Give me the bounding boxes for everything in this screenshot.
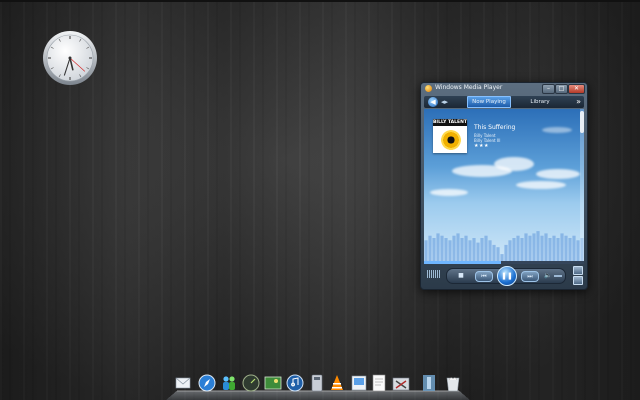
visualizer-bar <box>488 240 492 261</box>
dock <box>166 372 470 400</box>
visualizer-bar <box>512 238 516 261</box>
visualizer-bar <box>432 238 436 261</box>
back-button[interactable]: ◀ <box>428 97 438 107</box>
visualizer-bar <box>556 238 560 261</box>
downloads-folder-icon[interactable] <box>420 374 438 392</box>
visualizer-bar <box>540 235 544 261</box>
wmp-app-icon <box>425 85 432 92</box>
visualizer-bar <box>452 235 456 261</box>
visualizer <box>424 231 584 261</box>
dock-shelf <box>166 390 470 400</box>
trash-icon[interactable] <box>444 374 462 392</box>
visualizer-bar <box>564 235 568 261</box>
safari-icon[interactable] <box>198 374 216 392</box>
previous-button[interactable]: ⏮ <box>475 271 493 282</box>
switch-to-library-icon[interactable] <box>427 270 441 278</box>
textedit-icon[interactable] <box>370 374 388 392</box>
play-pause-button[interactable]: ❚❚ <box>497 266 517 286</box>
compact-mode-button[interactable] <box>573 276 583 285</box>
visualizer-bar <box>480 238 484 261</box>
visualizer-bar <box>552 235 556 261</box>
visualizer-bar <box>436 233 440 261</box>
visualizer-bar <box>528 235 532 261</box>
tab-now-playing[interactable]: Now Playing <box>467 96 511 108</box>
visualizer-bar <box>468 240 472 261</box>
view-scroll-thumb[interactable] <box>580 111 584 133</box>
visualizer-bar <box>520 238 524 261</box>
visualizer-bar <box>560 233 564 261</box>
wmp-titlebar[interactable]: Windows Media Player – □ ✕ <box>421 83 587 95</box>
visualizer-bar <box>456 233 460 261</box>
utilities-icon[interactable] <box>392 374 410 392</box>
visualizer-bar <box>492 244 496 261</box>
fullscreen-button[interactable] <box>573 266 583 275</box>
forward-arrow-icon[interactable]: ◂▸ <box>441 97 448 107</box>
rating-stars[interactable]: ★★★ <box>474 143 489 149</box>
playback-controls: ■ ⏮ ❚❚ ⏭ 🔈 <box>424 264 584 286</box>
transport-pill: ■ ⏮ ❚❚ ⏭ 🔈 <box>446 266 566 286</box>
visualizer-bar <box>516 235 520 261</box>
visualizer-bar <box>424 240 428 261</box>
now-playing-view: BILLY TALENT II This Suffering Billy Tal… <box>424 109 584 261</box>
more-tabs-button[interactable]: » <box>576 96 581 107</box>
photos-icon[interactable] <box>264 374 282 392</box>
visualizer-bar <box>508 240 512 261</box>
visualizer-bar <box>428 235 432 261</box>
visualizer-bar <box>484 235 488 261</box>
top-edge <box>0 0 640 2</box>
visualizer-bar <box>448 240 452 261</box>
visualizer-bar <box>464 235 468 261</box>
view-scrollbar[interactable] <box>580 109 584 261</box>
visualizer-bar <box>500 254 504 261</box>
volume-slider[interactable] <box>554 275 562 277</box>
wmp-title: Windows Media Player <box>435 84 503 91</box>
visualizer-bar <box>544 233 548 261</box>
visualizer-bar <box>568 238 572 261</box>
minimize-button[interactable]: – <box>542 84 555 94</box>
visualizer-bar <box>472 238 476 261</box>
visualizer-bar <box>496 247 500 261</box>
wmp-window[interactable]: Windows Media Player – □ ✕ ◀ ◂▸ Now Play… <box>420 82 588 290</box>
close-button[interactable]: ✕ <box>568 84 585 94</box>
maximize-button[interactable]: □ <box>555 84 568 94</box>
dashboard-icon[interactable] <box>242 374 260 392</box>
clock-gadget[interactable] <box>42 30 98 86</box>
visualizer-bar <box>476 242 480 261</box>
visualizer-bar <box>460 238 464 261</box>
visualizer-bar <box>536 231 540 261</box>
stop-button[interactable]: ■ <box>457 271 465 281</box>
finder-icon[interactable] <box>308 374 326 392</box>
visualizer-bar <box>548 238 552 261</box>
visualizer-bar <box>504 244 508 261</box>
tab-library[interactable]: Library <box>522 97 558 107</box>
next-button[interactable]: ⏭ <box>521 271 539 282</box>
visualizer-bar <box>532 233 536 261</box>
visualizer-bar <box>572 235 576 261</box>
song-title: This Suffering <box>474 124 516 131</box>
album-art[interactable]: BILLY TALENT II <box>433 119 467 153</box>
album-art-burst <box>441 130 461 150</box>
itunes-icon[interactable] <box>286 374 304 392</box>
preview-icon[interactable] <box>350 374 368 392</box>
wmp-navbar: ◀ ◂▸ Now Playing Library » <box>424 96 584 108</box>
mail-icon[interactable] <box>174 374 192 392</box>
album-art-title: BILLY TALENT II <box>433 119 467 126</box>
visualizer-bar <box>444 238 448 261</box>
messenger-icon[interactable] <box>220 374 238 392</box>
visualizer-bar <box>524 233 528 261</box>
volume-icon[interactable]: 🔈 <box>543 271 553 281</box>
vlc-icon[interactable] <box>328 374 346 392</box>
visualizer-bar <box>440 235 444 261</box>
